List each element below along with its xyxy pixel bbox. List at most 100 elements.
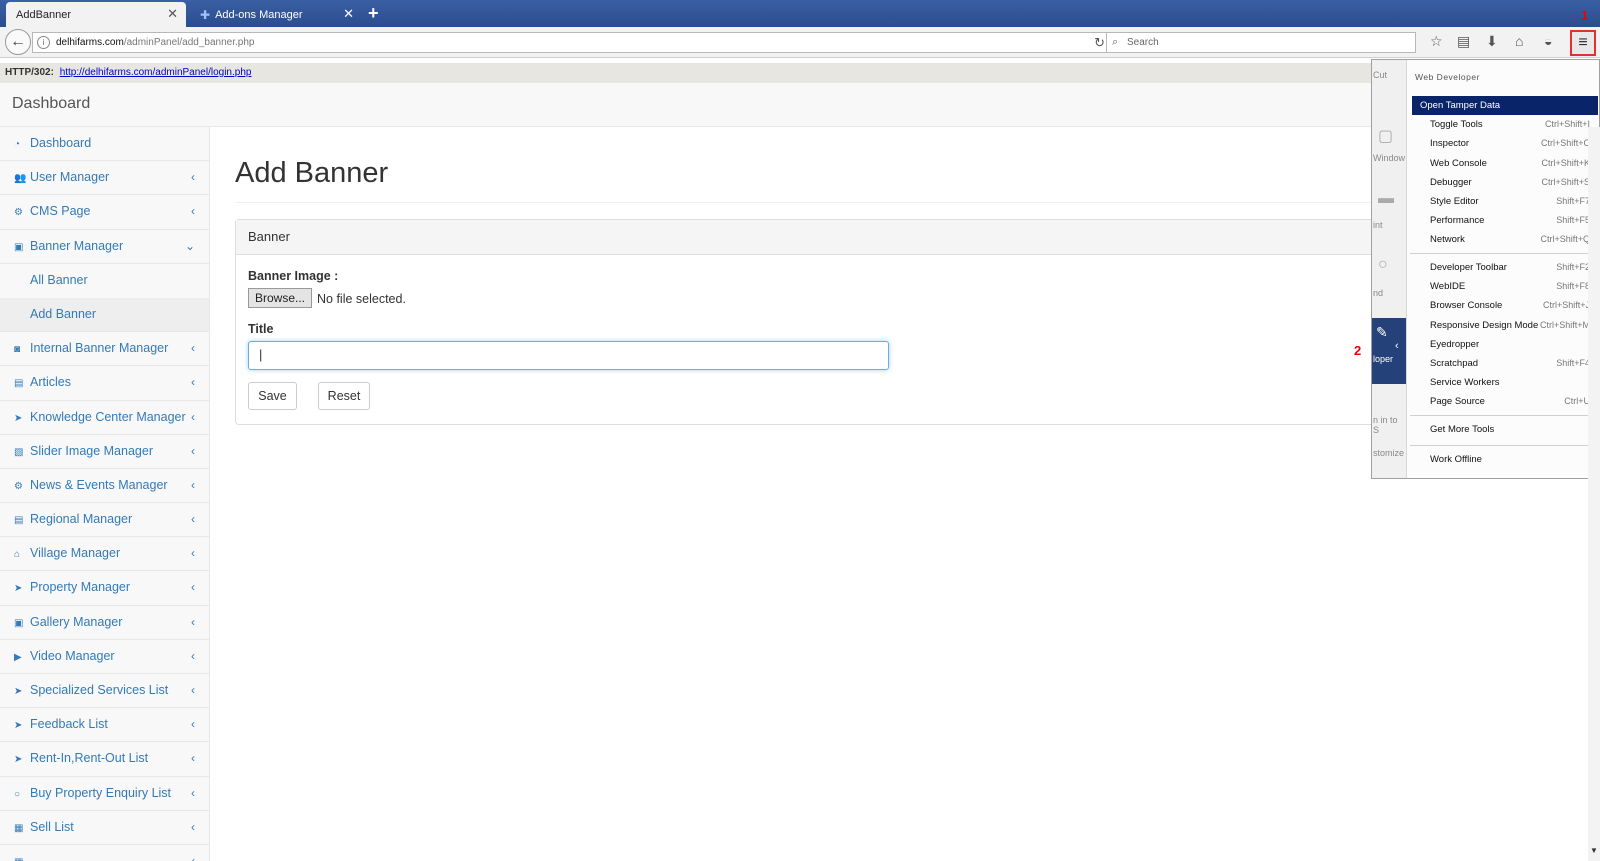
menu-item-browser-console[interactable]: Browser Console Ctrl+Shift+J bbox=[1412, 296, 1598, 315]
app-title[interactable]: Dashboard bbox=[12, 95, 90, 113]
menu-item-label: Page Source bbox=[1430, 396, 1485, 408]
menu-fragment-label: Window bbox=[1373, 153, 1406, 163]
sidebar-item-14[interactable]: ▣ Gallery Manager ‹ bbox=[0, 606, 209, 640]
menu-item-performance[interactable]: Performance Shift+F5 bbox=[1412, 211, 1598, 230]
save-button[interactable]: Save bbox=[248, 382, 297, 410]
reset-button[interactable]: Reset bbox=[318, 382, 370, 410]
menu-item-inspector[interactable]: Inspector Ctrl+Shift+C bbox=[1412, 134, 1598, 153]
menu-item-developer-toolbar[interactable]: Developer Toolbar Shift+F2 bbox=[1412, 258, 1598, 277]
menu-separator bbox=[1410, 253, 1598, 254]
sidebar-item-0[interactable]: ◔ Dashboard bbox=[0, 127, 209, 162]
menu-item-label: Eyedropper bbox=[1430, 338, 1480, 350]
sidebar-item-label: User Manager bbox=[30, 170, 110, 185]
hamburger-menu-icon[interactable]: ≡ bbox=[1570, 30, 1596, 56]
menu-item-label: Get More Tools bbox=[1430, 424, 1495, 435]
info-icon[interactable]: i bbox=[37, 35, 50, 49]
image-icon: ▣ bbox=[14, 241, 24, 253]
sidebar-item-5[interactable]: Add Banner bbox=[0, 297, 209, 333]
chevron-icon: ⌄ bbox=[184, 238, 195, 253]
menu-item-open-tamper-data[interactable]: Open Tamper Data bbox=[1412, 96, 1598, 115]
sidebar-item-label: Buy Property Enquiry List bbox=[30, 785, 172, 800]
reading-list-icon[interactable]: ▤ bbox=[1457, 33, 1470, 50]
sidebar-item-12[interactable]: ⌂ Village Manager ‹ bbox=[0, 537, 209, 572]
menu-item-shortcut: Ctrl+Shift+J bbox=[1542, 300, 1590, 311]
sidebar-item-7[interactable]: ▤ Articles ‹ bbox=[0, 366, 209, 401]
menu-item-web-console[interactable]: Web Console Ctrl+Shift+K bbox=[1412, 154, 1598, 173]
menu-item-get-more-tools[interactable]: Get More Tools bbox=[1412, 420, 1598, 439]
sidebar-item-13[interactable]: ➤ Property Manager ‹ bbox=[0, 571, 209, 606]
scroll-down-icon[interactable]: ▼ bbox=[1590, 846, 1598, 855]
picture-icon: ▧ bbox=[14, 446, 24, 458]
menu-item-webide[interactable]: WebIDE Shift+F8 bbox=[1412, 277, 1598, 296]
menu-separator bbox=[1410, 445, 1598, 446]
home-icon[interactable]: ⌂ bbox=[1515, 33, 1523, 49]
new-window-icon[interactable]: ▢ bbox=[1378, 126, 1393, 146]
web-developer-heading: Web Developer bbox=[1415, 72, 1480, 82]
file-icon: ▤ bbox=[14, 378, 24, 390]
tab-addons-manager[interactable]: ✚ Add-ons Manager ✕ bbox=[190, 2, 362, 27]
sidebar-item-20[interactable]: ▦ Sell List ‹ bbox=[0, 811, 209, 845]
sidebar-item-3[interactable]: ▣ Banner Manager ⌄ bbox=[0, 230, 209, 264]
sidebar-item-label: Banner Manager bbox=[30, 238, 124, 253]
sidebar-item-1[interactable]: 👥 User Manager ‹ bbox=[0, 161, 209, 196]
search-input[interactable]: ⌕ Search bbox=[1106, 32, 1416, 53]
pocket-icon[interactable]: ◒ bbox=[1544, 33, 1552, 49]
find-icon[interactable]: ○ bbox=[1378, 256, 1388, 274]
title-input[interactable]: | bbox=[248, 341, 889, 370]
menu-item-label: Developer Toolbar bbox=[1430, 262, 1507, 273]
menu-item-page-source[interactable]: Page Source Ctrl+U bbox=[1412, 392, 1598, 411]
sidebar-item-11[interactable]: ▤ Regional Manager ‹ bbox=[0, 503, 209, 538]
scrollbar[interactable]: ▼ bbox=[1588, 127, 1600, 861]
download-icon[interactable]: ⬇ bbox=[1486, 33, 1498, 50]
close-tab-icon[interactable]: ✕ bbox=[343, 6, 354, 22]
menu-item-style-editor[interactable]: Style Editor Shift+F7 bbox=[1412, 192, 1598, 211]
sidebar-item-label: News & Events Manager bbox=[30, 477, 168, 492]
sidebar-item-label: Property Manager bbox=[30, 580, 131, 595]
tab-addbanner[interactable]: AddBanner ✕ bbox=[6, 2, 186, 27]
menu-item-service-workers[interactable]: Service Workers bbox=[1412, 373, 1598, 392]
sidebar-item-4[interactable]: All Banner bbox=[0, 264, 209, 298]
cogs-icon: ⚙ bbox=[14, 480, 23, 492]
navigation-toolbar: ← i delhifarms.com/adminPanel/add_banner.… bbox=[0, 27, 1600, 58]
menu-item-toggle-tools[interactable]: Toggle Tools Ctrl+Shift+I bbox=[1412, 115, 1598, 134]
redirect-link[interactable]: http://delhifarms.com/adminPanel/login.p… bbox=[60, 67, 252, 78]
menu-item-scratchpad[interactable]: Scratchpad Shift+F4 bbox=[1412, 354, 1598, 373]
sidebar-item-label: Add Banner bbox=[30, 306, 97, 321]
sidebar-item-21[interactable]: ▦‹ bbox=[0, 845, 209, 861]
paper-plane-icon: ➤ bbox=[14, 720, 23, 732]
home-icon: ⌂ bbox=[14, 549, 21, 561]
sidebar-item-label: Specialized Services List bbox=[30, 683, 169, 697]
sidebar-item-8[interactable]: ➤ Knowledge Center Manager ‹ bbox=[0, 401, 209, 435]
sidebar-item-17[interactable]: ➤ Feedback List ‹ bbox=[0, 708, 209, 743]
chevron-icon: ‹ bbox=[191, 785, 195, 800]
dashboard-icon: ◔ bbox=[14, 139, 21, 150]
menu-item-eyedropper[interactable]: Eyedropper bbox=[1412, 335, 1598, 354]
browse-button[interactable]: Browse... bbox=[248, 288, 312, 308]
new-tab-icon[interactable]: + bbox=[368, 3, 379, 24]
sidebar-item-2[interactable]: ⚙ CMS Page ‹ bbox=[0, 195, 209, 230]
sidebar-item-15[interactable]: ▶ Video Manager ‹ bbox=[0, 640, 209, 674]
menu-item-shortcut: Shift+F7 bbox=[1556, 196, 1590, 206]
sidebar-item-label: Articles bbox=[30, 375, 71, 390]
menu-item-network[interactable]: Network Ctrl+Shift+Q bbox=[1412, 230, 1598, 249]
sidebar-item-19[interactable]: ○ Buy Property Enquiry List ‹ bbox=[0, 777, 209, 811]
sidebar: ◔ Dashboard 👥 User Manager ‹ ⚙ CMS Page ‹ ▣ Banne… bbox=[0, 127, 210, 861]
menu-item-debugger[interactable]: Debugger Ctrl+Shift+S bbox=[1412, 173, 1598, 192]
firefox-menu-panel: ▢ ▬ ○ ✎ ‹ loper Cut Window int nd n in to S s… bbox=[1371, 59, 1600, 479]
developer-button[interactable]: ✎ ‹ loper bbox=[1372, 318, 1406, 384]
sidebar-item-9[interactable]: ▧ Slider Image Manager ‹ bbox=[0, 435, 209, 469]
menu-item-responsive-design-mode[interactable]: Responsive Design Mode Ctrl+Shift+M bbox=[1412, 316, 1598, 335]
menu-item-work-offline[interactable]: Work Offline bbox=[1412, 450, 1598, 469]
chevron-icon: ‹ bbox=[191, 341, 195, 356]
sidebar-item-10[interactable]: ⚙ News & Events Manager ‹ bbox=[0, 469, 209, 504]
sidebar-item-6[interactable]: ◙ Internal Banner Manager ‹ bbox=[0, 332, 209, 367]
print-icon[interactable]: ▬ bbox=[1378, 190, 1394, 208]
bookmark-star-icon[interactable]: ☆ bbox=[1430, 33, 1443, 50]
sidebar-item-18[interactable]: ➤ Rent-In,Rent-Out List ‹ bbox=[0, 742, 209, 777]
url-bar[interactable]: i delhifarms.com/adminPanel/add_banner.ph… bbox=[32, 32, 1110, 53]
back-arrow-icon[interactable]: ← bbox=[5, 29, 31, 55]
reload-icon[interactable]: ↻ bbox=[1094, 33, 1105, 52]
close-tab-icon[interactable]: ✕ bbox=[167, 6, 178, 22]
sidebar-item-16[interactable]: ➤ Specialized Services List ‹ bbox=[0, 674, 209, 709]
menu-item-shortcut: Ctrl+Shift+K bbox=[1541, 157, 1590, 168]
